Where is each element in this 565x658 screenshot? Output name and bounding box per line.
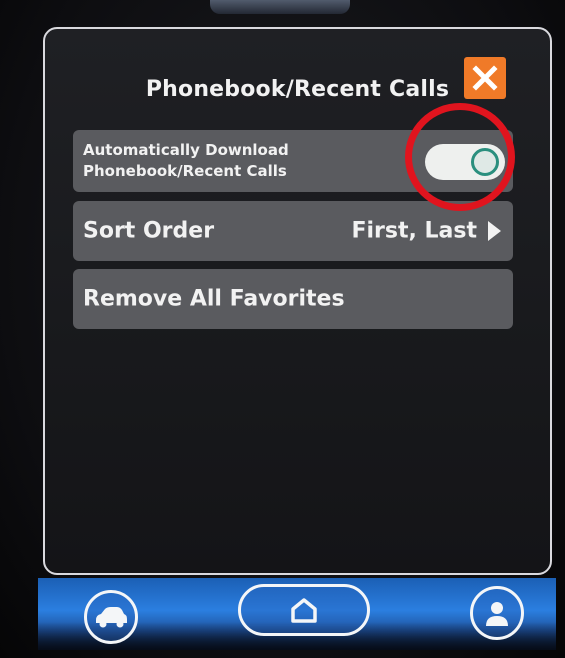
close-x-icon [472, 65, 498, 91]
person-icon [486, 602, 508, 626]
close-button[interactable] [464, 57, 506, 99]
sort-order-label: Sort Order [83, 218, 215, 244]
profile-button[interactable] [470, 586, 524, 640]
chevron-right-icon [488, 221, 501, 241]
screen: Phonebook/Recent Calls Automatically Dow… [0, 0, 565, 658]
highlight-circle [405, 103, 515, 211]
remove-all-favorites-button[interactable]: Remove All Favorites [73, 269, 513, 329]
auto-download-label-line1: Automatically Download [83, 141, 289, 159]
sort-order-value: First, Last [351, 218, 477, 244]
car-icon [96, 607, 127, 628]
home-icon [291, 598, 317, 623]
bottom-nav-bar [38, 578, 556, 650]
vehicle-button[interactable] [84, 590, 138, 644]
home-button[interactable] [238, 584, 370, 636]
sort-order-row[interactable]: Sort Order First, Last [73, 201, 513, 261]
remove-all-favorites-label: Remove All Favorites [83, 286, 345, 312]
bezel-glow [210, 0, 350, 14]
auto-download-label-line2: Phonebook/Recent Calls [83, 162, 287, 180]
auto-download-label: Automatically Download Phonebook/Recent … [83, 140, 363, 182]
